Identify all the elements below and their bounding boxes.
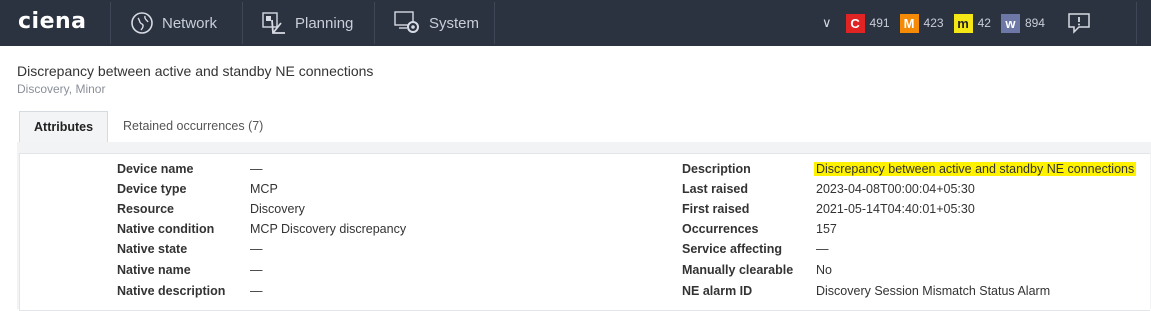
attr-label: Device name	[117, 162, 194, 176]
nav-planning-label: Planning	[295, 14, 354, 32]
attr-label: Native name	[117, 263, 191, 277]
critical-alarm-badge[interactable]: C	[845, 13, 865, 33]
attr-label: First raised	[682, 202, 750, 216]
globe-icon	[131, 12, 153, 34]
chevron-down-icon[interactable]: ∨	[822, 15, 832, 31]
attributes-card: Device name — Device type MCP Resource D…	[19, 153, 1150, 311]
attr-label: NE alarm ID	[682, 284, 753, 298]
major-alarm-count[interactable]: 423	[924, 16, 944, 30]
attr-value: 2023-04-08T00:00:04+05:30	[816, 182, 975, 196]
alarm-summary: ∨ C 491 M 423 m 42 w 894	[822, 0, 1091, 46]
attr-value: 157	[816, 222, 837, 236]
attr-label: Manually clearable	[682, 263, 794, 277]
nav-network-label: Network	[162, 14, 218, 32]
nav-divider	[110, 2, 111, 44]
attr-value: No	[816, 263, 832, 277]
warning-alarm-badge[interactable]: w	[1000, 13, 1020, 33]
attr-label: Resource	[117, 202, 174, 216]
attr-label: Service affecting	[682, 242, 783, 256]
attr-label: Native description	[117, 284, 226, 298]
page-title: Discrepancy between active and standby N…	[17, 63, 374, 79]
warning-alarm-count[interactable]: 894	[1025, 16, 1045, 30]
attr-value: —	[250, 284, 263, 298]
tab-bar: Attributes Retained occurrences (7)	[17, 111, 1151, 143]
tab-retained-occurrences[interactable]: Retained occurrences (7)	[109, 111, 277, 141]
system-gear-icon	[394, 11, 419, 33]
attr-value: Discovery	[250, 202, 305, 216]
nav-planning[interactable]: Planning	[261, 0, 353, 46]
nav-system[interactable]: System	[393, 0, 479, 46]
tab-attributes[interactable]: Attributes	[19, 111, 109, 143]
attr-value: Discovery Session Mismatch Status Alarm	[816, 284, 1051, 298]
attr-label: Description	[682, 162, 751, 176]
major-alarm-badge[interactable]: M	[899, 13, 919, 33]
nav-divider	[374, 2, 375, 44]
attr-label: Last raised	[682, 182, 749, 196]
planning-icon	[262, 12, 285, 34]
attr-value: —	[250, 263, 263, 277]
attr-value: —	[816, 242, 829, 256]
attr-label: Native state	[117, 242, 188, 256]
nav-divider	[1136, 2, 1137, 44]
attr-value: Discrepancy between active and standby N…	[814, 160, 1137, 178]
attr-value: MCP Discovery discrepancy	[250, 222, 407, 236]
nav-divider	[242, 2, 243, 44]
critical-alarm-count[interactable]: 491	[870, 16, 890, 30]
attr-label: Native condition	[117, 222, 215, 236]
attr-label: Device type	[117, 182, 187, 196]
minor-alarm-badge[interactable]: m	[953, 13, 973, 33]
attr-value: 2021-05-14T04:40:01+05:30	[816, 202, 975, 216]
message-alert-icon[interactable]	[1067, 12, 1091, 34]
attr-value: —	[250, 162, 263, 176]
ciena-logo[interactable]: ciena	[18, 9, 87, 34]
nav-system-label: System	[429, 14, 480, 32]
nav-divider	[494, 2, 495, 44]
page-subtitle: Discovery, Minor	[17, 82, 106, 96]
attr-value: —	[250, 242, 263, 256]
attr-value: MCP	[250, 182, 278, 196]
top-navigation-bar: ciena Network Planning System ∨ C 491 M …	[0, 0, 1151, 46]
nav-network[interactable]: Network	[130, 0, 217, 46]
minor-alarm-count[interactable]: 42	[978, 16, 991, 30]
attr-label: Occurrences	[682, 222, 759, 236]
highlighted-description: Discrepancy between active and standby N…	[814, 162, 1137, 176]
